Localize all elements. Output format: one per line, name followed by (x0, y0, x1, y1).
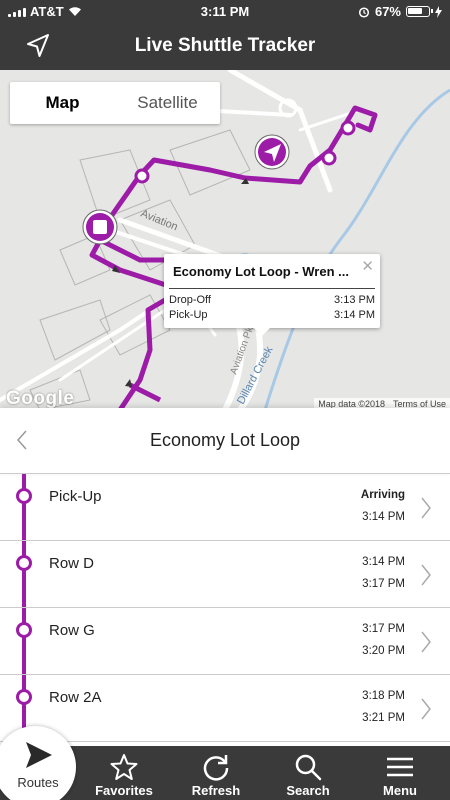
stop-time-next: Arriving (360, 489, 405, 501)
app-header: Live Shuttle Tracker (0, 22, 450, 70)
popup-row: Drop-Off 3:13 PM (169, 294, 375, 306)
status-bar: AT&T 3:11 PM 67% (0, 0, 450, 22)
stop-row-pick-up[interactable]: Pick-Up Arriving 3:14 PM (0, 474, 450, 541)
chevron-right-icon (421, 497, 431, 519)
popup-row-time: 3:14 PM (334, 309, 375, 321)
stop-time-following: 3:21 PM (362, 712, 405, 724)
popup-row-label: Pick-Up (169, 309, 208, 321)
stop-time-following: 3:20 PM (362, 645, 405, 657)
map-type-satellite[interactable]: Satellite (115, 82, 220, 124)
tab-refresh[interactable]: Refresh (171, 746, 261, 800)
google-logo: Google (6, 388, 75, 409)
refresh-icon (203, 755, 229, 781)
page-title: Live Shuttle Tracker (134, 35, 316, 56)
map-view[interactable]: Aviation Aviation Pkwy Dillard Creek Map… (0, 70, 450, 410)
star-icon (110, 754, 138, 780)
top-bar: AT&T 3:11 PM 67% Live Shuttle Tracker (0, 0, 450, 70)
popup-row-time: 3:13 PM (334, 294, 375, 306)
app-screen: AT&T 3:11 PM 67% Live Shuttle Tracker Av… (0, 0, 450, 800)
stop-row-row-g[interactable]: Row G 3:17 PM 3:20 PM (0, 608, 450, 675)
stop-time-next: 3:17 PM (362, 623, 405, 635)
map-type-map[interactable]: Map (10, 82, 115, 124)
stop-time-next: 3:18 PM (362, 690, 405, 702)
popup-divider (169, 288, 375, 289)
tab-label: Routes (17, 775, 59, 790)
battery-icon (406, 6, 433, 17)
battery-percent: 67% (374, 4, 401, 19)
stop-name: Row G (49, 622, 95, 639)
stop-name: Row 2A (49, 689, 102, 706)
popup-title: Economy Lot Loop - Wren ... (173, 264, 349, 279)
search-icon (295, 754, 322, 781)
stop-time-next: 3:14 PM (362, 556, 405, 568)
close-icon[interactable]: ✕ (361, 257, 374, 275)
stop-info-popup[interactable]: Economy Lot Loop - Wren ... ✕ Drop-Off 3… (164, 254, 380, 336)
popup-row: Pick-Up 3:14 PM (169, 309, 375, 321)
tab-routes[interactable]: Routes (0, 726, 76, 800)
alarm-icon (358, 6, 370, 18)
menu-icon (387, 757, 413, 777)
stop-dot (16, 488, 32, 504)
map-type-toggle: Map Satellite (10, 82, 220, 124)
tab-label: Search (286, 783, 330, 798)
stop-name: Row D (49, 555, 95, 572)
stop-dot (16, 555, 32, 571)
stop-name: Pick-Up (49, 488, 102, 505)
tab-menu[interactable]: Menu (355, 746, 445, 800)
stop-row-row-d[interactable]: Row D 3:14 PM 3:17 PM (0, 541, 450, 608)
popup-row-label: Drop-Off (169, 294, 211, 306)
chevron-right-icon (421, 631, 431, 653)
stop-dot (16, 689, 32, 705)
tab-label: Refresh (191, 783, 241, 798)
chevron-right-icon (421, 698, 431, 720)
status-right: 67% (358, 4, 442, 19)
tab-label: Favorites (95, 783, 153, 798)
stop-time-following: 3:14 PM (362, 511, 405, 523)
tab-favorites[interactable]: Favorites (79, 746, 169, 800)
chevron-right-icon (421, 564, 431, 586)
tab-search[interactable]: Search (263, 746, 353, 800)
charging-icon (435, 5, 442, 18)
stop-time-following: 3:17 PM (362, 578, 405, 590)
stops-list: Pick-Up Arriving 3:14 PM Row D 3:14 PM 3… (0, 474, 450, 746)
routes-arrow-icon (26, 742, 52, 768)
route-header: Economy Lot Loop (0, 408, 450, 474)
tab-label: Menu (383, 783, 417, 798)
stop-dot (16, 622, 32, 638)
route-title: Economy Lot Loop (149, 430, 301, 450)
